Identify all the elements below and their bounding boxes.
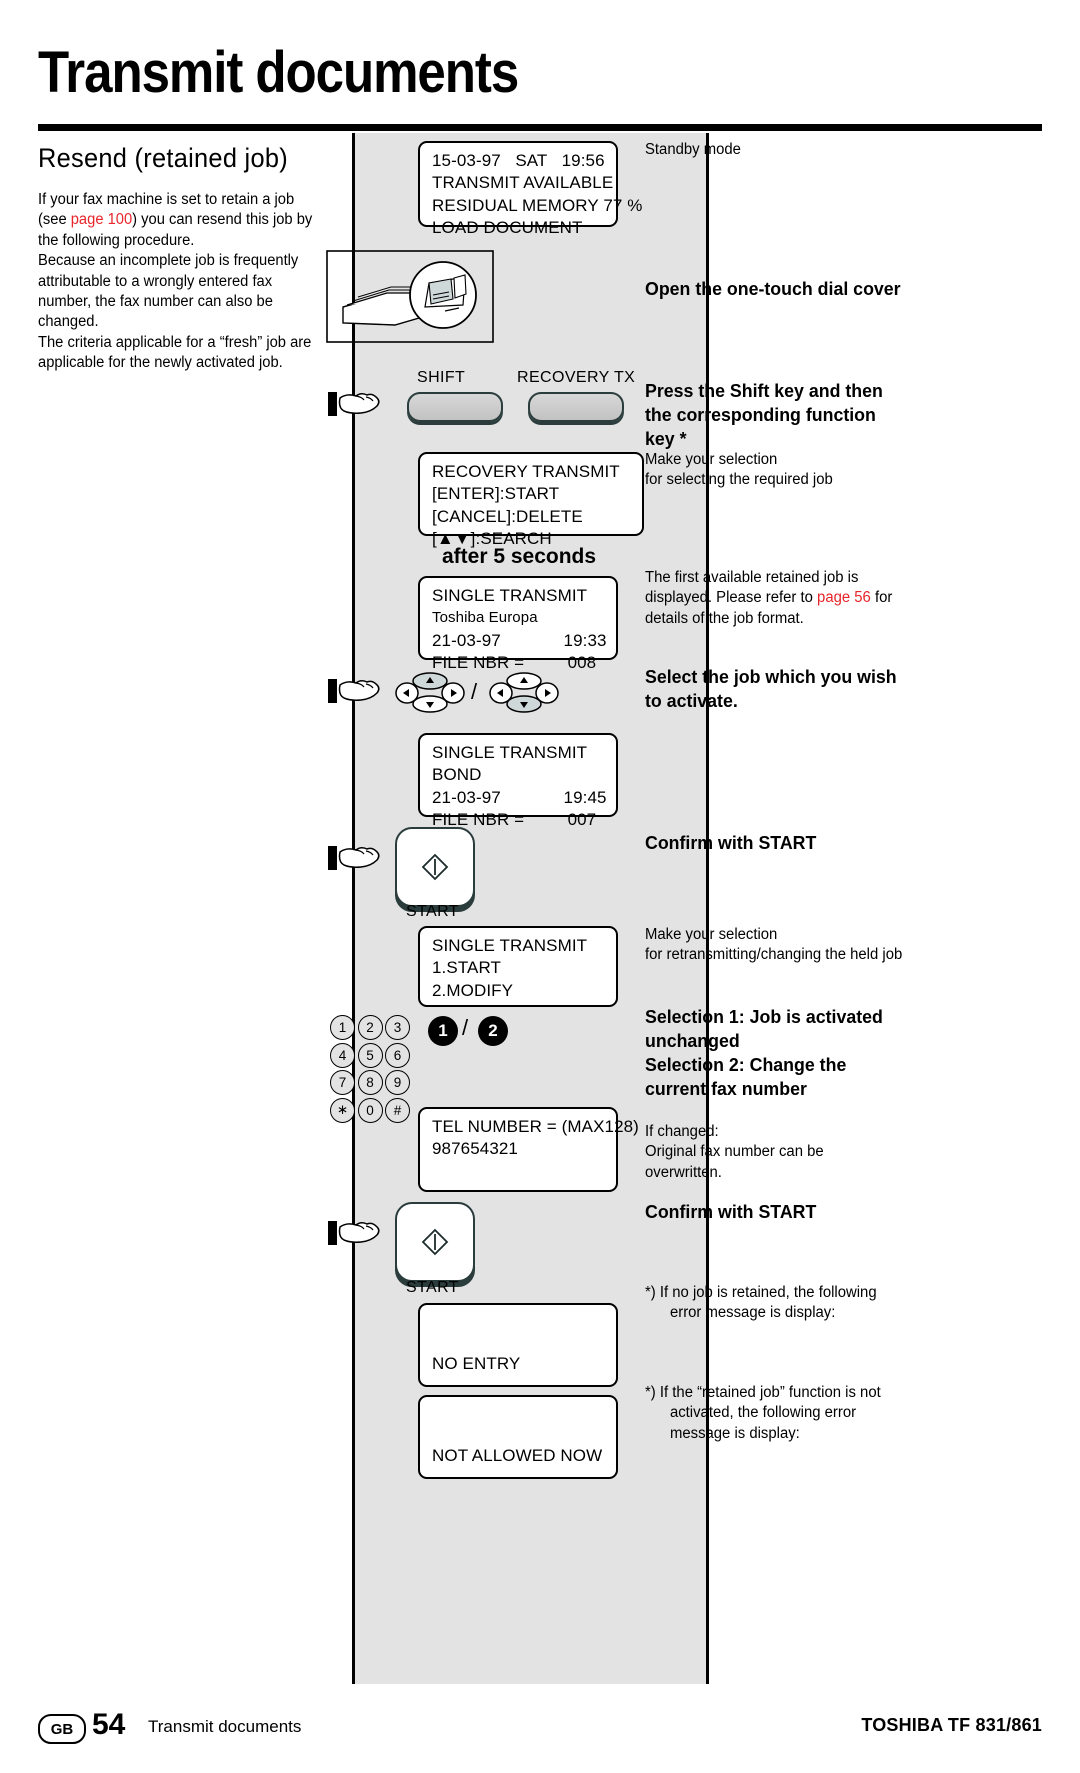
recovery-tx-key[interactable] <box>528 392 624 422</box>
note-1-text: *) If no job is retained, the following … <box>645 1284 877 1322</box>
confirm-start-instruction-1: Confirm with START <box>645 832 817 853</box>
keypad-key-hash[interactable]: # <box>385 1097 410 1123</box>
lcd-job2-line2: BOND <box>432 765 482 785</box>
locale-badge: GB <box>38 1714 86 1744</box>
footer-brand: TOSHIBA TF 831/861 <box>861 1715 1042 1735</box>
start-label-1: START <box>406 903 459 920</box>
lcd-job-1: SINGLE TRANSMIT Toshiba Europa 21-03-97 … <box>418 576 618 672</box>
confirm-start-instruction-2: Confirm with START <box>645 1201 817 1222</box>
selection-key-2[interactable]: 2 <box>478 1016 508 1046</box>
make-selection-1-text: Make your selection for selecting the re… <box>645 451 833 489</box>
keypad-key-2[interactable]: 2 <box>357 1015 383 1040</box>
lcd-job-2: SINGLE TRANSMIT BOND 21-03-97 19:45 FILE… <box>418 733 618 829</box>
start-diamond-icon-2 <box>421 1228 449 1256</box>
first-job-text: The first available retained job is disp… <box>645 568 904 629</box>
lcd-menu-line1: SINGLE TRANSMIT <box>432 936 588 955</box>
manual-page: Transmit documents Resend (retained job)… <box>0 0 1080 1773</box>
intro-text: If your fax machine is set to retain a j… <box>38 190 314 374</box>
keypad-row-4: ∗ 0 # <box>330 1097 413 1126</box>
band-left-border <box>352 133 355 1684</box>
keypad-row-2: 4 5 6 <box>330 1042 413 1071</box>
numeric-keypad[interactable]: 1 2 3 4 5 6 7 8 9 ∗ 0 # <box>330 1015 413 1125</box>
selection-explanation: Selection 1: Job is activated unchanged … <box>645 1006 883 1099</box>
footer-section-name: Transmit documents <box>148 1717 302 1736</box>
page-56-link[interactable]: page 56 <box>817 589 871 606</box>
make-selection-2-text: Make your selection for retransmitting/c… <box>645 926 903 964</box>
page-title: Transmit documents <box>38 40 519 105</box>
selection-key-1[interactable]: 1 <box>428 1016 458 1046</box>
lcd-job1-line1: SINGLE TRANSMIT <box>432 586 588 605</box>
if-changed-text: If changed: Original fax number can be o… <box>645 1123 824 1181</box>
lcd-menu-line3: 2.MODIFY <box>432 980 514 1000</box>
lcd-no-entry-line1: NO ENTRY <box>432 1354 521 1373</box>
lcd-tel-line2: 987654321 <box>432 1139 518 1159</box>
nav-pad-up[interactable] <box>395 672 465 714</box>
lcd-recovery-line3: [CANCEL]:DELETE <box>432 506 583 526</box>
recovery-tx-key-label: RECOVERY TX <box>517 369 636 386</box>
start-label-2: START <box>406 1279 459 1296</box>
lcd-job2-line3: 21-03-97 19:45 <box>432 787 607 807</box>
select-job-instruction: Select the job which you wish to activat… <box>645 666 897 711</box>
note-no-job-retained: *) If no job is retained, the following … <box>645 1283 904 1324</box>
lcd-standby-line4: LOAD DOCUMENT <box>432 218 583 238</box>
header-divider <box>38 124 1042 131</box>
keypad-key-7[interactable]: 7 <box>330 1070 355 1095</box>
note-2-text: *) If the “retained job” function is not… <box>645 1384 881 1442</box>
lcd-menu: SINGLE TRANSMIT 1.START 2.MODIFY <box>418 926 618 1007</box>
keypad-key-3[interactable]: 3 <box>385 1015 410 1040</box>
pointing-hand-icon-2 <box>328 679 380 703</box>
start-button-2[interactable] <box>395 1202 475 1282</box>
shift-key-label: SHIFT <box>417 369 466 386</box>
pointing-hand-icon-3 <box>328 846 380 870</box>
lcd-tel-number: TEL NUMBER = (MAX128) 987654321 <box>418 1107 639 1192</box>
keypad-key-8[interactable]: 8 <box>357 1070 383 1095</box>
pointing-hand-icon-1 <box>328 392 380 416</box>
press-shift-instruction: Press the Shift key and then the corresp… <box>645 380 883 449</box>
lcd-standby-line3: RESIDUAL MEMORY 77 % <box>432 195 643 215</box>
lcd-recovery-line2: [ENTER]:START <box>432 484 560 504</box>
lcd-not-allowed: NOT ALLOWED NOW <box>418 1395 618 1479</box>
keypad-row-1: 1 2 3 <box>330 1015 413 1043</box>
pointing-hand-icon-4 <box>328 1221 380 1245</box>
fax-machine-illustration <box>326 250 494 343</box>
keypad-key-0[interactable]: 0 <box>357 1097 383 1123</box>
lcd-menu-line2: 1.START <box>432 958 502 978</box>
keypad-row-3: 7 8 9 <box>330 1070 413 1098</box>
after-5-seconds-label: after 5 seconds <box>442 545 597 568</box>
band-right-border <box>706 133 709 1684</box>
page-number: 54 <box>92 1708 126 1741</box>
selection-separator: / <box>462 1015 469 1040</box>
intro-para3: The criteria applicable for a “fresh” jo… <box>38 333 312 372</box>
start-diamond-icon-1 <box>421 853 449 881</box>
shift-key[interactable] <box>407 392 503 422</box>
start-button-1[interactable] <box>395 827 475 907</box>
lcd-tel-line1: TEL NUMBER = (MAX128) <box>432 1117 639 1136</box>
lcd-job2-line1: SINGLE TRANSMIT <box>432 743 588 762</box>
open-cover-instruction: Open the one-touch dial cover <box>645 278 901 299</box>
nav-pad-down[interactable] <box>489 672 559 714</box>
keypad-key-1[interactable]: 1 <box>330 1015 355 1040</box>
lcd-standby-line2: TRANSMIT AVAILABLE <box>432 173 614 193</box>
standby-mode-caption: Standby mode <box>645 141 741 158</box>
navpad-separator: / <box>471 679 478 704</box>
lcd-recovery-line1: RECOVERY TRANSMIT <box>432 462 620 481</box>
keypad-key-6[interactable]: 6 <box>385 1042 410 1068</box>
intro-para2: Because an incomplete job is frequently … <box>38 252 299 331</box>
lcd-recovery-transmit: RECOVERY TRANSMIT [ENTER]:START [CANCEL]… <box>418 452 644 548</box>
lcd-not-allowed-line1: NOT ALLOWED NOW <box>432 1446 603 1465</box>
lcd-job1-line3: 21-03-97 19:33 <box>432 630 607 650</box>
lcd-job1-line2: Toshiba Europa <box>432 609 538 627</box>
keypad-key-9[interactable]: 9 <box>385 1070 410 1095</box>
section-title: Resend (retained job) <box>38 143 288 173</box>
keypad-key-star[interactable]: ∗ <box>330 1097 355 1123</box>
lcd-no-entry: NO ENTRY <box>418 1303 618 1387</box>
keypad-key-5[interactable]: 5 <box>357 1042 383 1068</box>
lcd-standby-line1: 15-03-97 SAT 19:56 <box>432 151 605 170</box>
keypad-key-4[interactable]: 4 <box>330 1042 355 1068</box>
lcd-standby: 15-03-97 SAT 19:56 TRANSMIT AVAILABLE RE… <box>418 141 643 237</box>
page-100-link[interactable]: page 100 <box>71 211 132 228</box>
note-retained-job-inactive: *) If the “retained job” function is not… <box>645 1383 904 1444</box>
